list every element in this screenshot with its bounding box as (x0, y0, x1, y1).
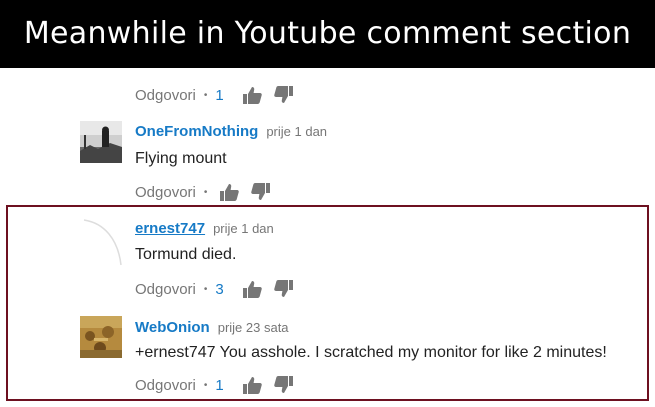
thumbs-down-icon[interactable] (273, 280, 294, 298)
avatar[interactable] (80, 316, 122, 358)
comment-actions: Odgovori • 3 (135, 279, 306, 299)
comment-actions-top: Odgovori • 1 (135, 85, 306, 105)
comment-actions: Odgovori • (135, 182, 283, 202)
reply-button[interactable]: Odgovori (135, 87, 196, 104)
meme-caption-banner: Meanwhile in Youtube comment section (0, 0, 655, 68)
thumbs-up-icon[interactable] (242, 376, 262, 394)
comment-text: Tormund died. (135, 246, 237, 263)
author-name[interactable]: ernest747 (135, 220, 205, 237)
separator-dot: • (203, 283, 208, 295)
comment-text: Flying mount (135, 150, 227, 167)
thumbs-up-icon[interactable] (242, 86, 262, 104)
thumbs-down-icon[interactable] (273, 376, 294, 394)
thumbs-up-icon[interactable] (242, 280, 262, 298)
comment-text: +ernest747 You asshole. I scratched my m… (135, 344, 607, 361)
comment-timestamp[interactable]: prije 23 sata (218, 320, 289, 335)
separator-dot: • (203, 379, 208, 391)
comment-timestamp[interactable]: prije 1 dan (213, 221, 274, 236)
comment-header: OneFromNothing prije 1 dan (135, 123, 327, 140)
thumbs-down-icon[interactable] (273, 86, 294, 104)
thumbs-down-icon[interactable] (251, 183, 271, 201)
separator-dot: • (203, 89, 208, 101)
like-count: 1 (215, 86, 224, 104)
reply-button[interactable]: Odgovori (135, 281, 196, 298)
avatar-loading[interactable] (80, 217, 124, 267)
avatar[interactable] (80, 121, 122, 163)
separator-dot: • (203, 186, 208, 198)
comment-header: ernest747 prije 1 dan (135, 220, 274, 237)
reply-button[interactable]: Odgovori (135, 184, 196, 201)
comment-header: WebOnion prije 23 sata (135, 319, 289, 336)
like-count: 3 (215, 280, 224, 298)
like-count: 1 (215, 376, 224, 394)
comment-actions: Odgovori • 1 (135, 375, 306, 395)
thumbs-up-icon[interactable] (219, 183, 240, 201)
author-name[interactable]: WebOnion (135, 319, 210, 336)
reply-button[interactable]: Odgovori (135, 377, 196, 394)
author-name[interactable]: OneFromNothing (135, 123, 258, 140)
comment-timestamp[interactable]: prije 1 dan (266, 124, 327, 139)
